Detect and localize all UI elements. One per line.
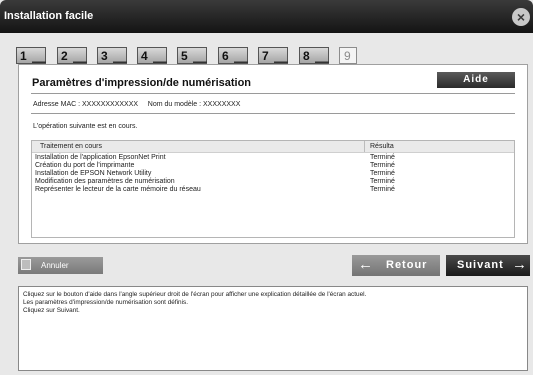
result-cell: Terminé — [370, 162, 395, 169]
step-1: 1 ▬▬▬ — [16, 47, 46, 65]
back-button[interactable]: ← Retour — [352, 255, 440, 276]
step-2: 2 ▬▬▬ — [57, 47, 87, 65]
step-number: 1 — [20, 49, 27, 63]
step-5: 5 ▬▬▬ — [177, 47, 207, 65]
progress-table: Traitement en cours Résulta Installation… — [31, 140, 515, 238]
table-header: Traitement en cours Résulta — [32, 141, 514, 153]
result-cell: Terminé — [370, 154, 395, 161]
step-number: 4 — [141, 49, 148, 63]
step-4: 4 ▬▬▬ — [137, 47, 167, 65]
table-row: Modification des paramètres de numérisat… — [32, 178, 514, 186]
step-number: 7 — [262, 49, 269, 63]
table-row: Installation de l'application EpsonNet P… — [32, 154, 514, 162]
table-row: Création du port de l'imprimante Terminé — [32, 162, 514, 170]
close-icon[interactable]: × — [512, 8, 530, 26]
step-7: 7 ▬▬▬ — [258, 47, 288, 65]
help-button[interactable]: Aide — [437, 72, 515, 88]
cancel-button[interactable]: Annuler — [18, 257, 103, 274]
arrow-right-icon: → — [512, 256, 528, 273]
cancel-label: Annuler — [41, 261, 69, 270]
step-number: 2 — [61, 49, 68, 63]
step-number: 6 — [222, 49, 229, 63]
step-9-current: 9 — [339, 47, 357, 64]
step-8: 8 ▬▬▬ — [299, 47, 329, 65]
divider — [31, 93, 515, 94]
description-line: Cliquez sur Suivant. — [23, 307, 80, 314]
back-label: Retour — [386, 259, 428, 271]
step-6: 6 ▬▬▬ — [218, 47, 248, 65]
next-label: Suivant — [457, 259, 504, 271]
task-cell: Modification des paramètres de numérisat… — [35, 178, 175, 185]
result-cell: Terminé — [370, 186, 395, 193]
step-3: 3 ▬▬▬ — [97, 47, 127, 65]
description-box: Cliquez sur le bouton d'aide dans l'angl… — [18, 286, 528, 371]
step-number: 5 — [181, 49, 188, 63]
column-header-task: Traitement en cours — [40, 143, 102, 150]
column-separator — [364, 141, 365, 152]
device-info: Adresse MAC : XXXXXXXXXXXX Nom du modèle… — [33, 101, 241, 108]
table-row: Représenter le lecteur de la carte mémoi… — [32, 186, 514, 194]
table-row: Installation de EPSON Network Utility Ter… — [32, 170, 514, 178]
window-title: Installation facile — [4, 10, 94, 22]
installer-window: Installation facile × 1 ▬▬▬ 2 ▬▬▬ 3 ▬▬▬ 4 ▬▬… — [0, 0, 533, 375]
page-title: Paramètres d'impression/de numérisation — [32, 77, 252, 89]
step-number: 9 — [344, 49, 351, 63]
task-cell: Création du port de l'imprimante — [35, 162, 135, 169]
status-message: L'opération suivante est en cours. — [33, 123, 138, 130]
title-bar: Installation facile × — [0, 0, 533, 33]
checkbox-icon — [21, 259, 31, 270]
next-button[interactable]: Suivant → — [446, 255, 530, 276]
task-cell: Installation de l'application EpsonNet P… — [35, 154, 166, 161]
description-line: Cliquez sur le bouton d'aide dans l'angl… — [23, 291, 367, 298]
arrow-left-icon: ← — [358, 256, 374, 273]
result-cell: Terminé — [370, 178, 395, 185]
task-cell: Représenter le lecteur de la carte mémoi… — [35, 186, 201, 193]
step-number: 8 — [303, 49, 310, 63]
divider — [31, 113, 515, 114]
step-number: 3 — [101, 49, 108, 63]
result-cell: Terminé — [370, 170, 395, 177]
description-line: Les paramètres d'impression/de numérisat… — [23, 299, 188, 306]
column-header-result: Résulta — [370, 143, 394, 150]
task-cell: Installation de EPSON Network Utility — [35, 170, 152, 177]
